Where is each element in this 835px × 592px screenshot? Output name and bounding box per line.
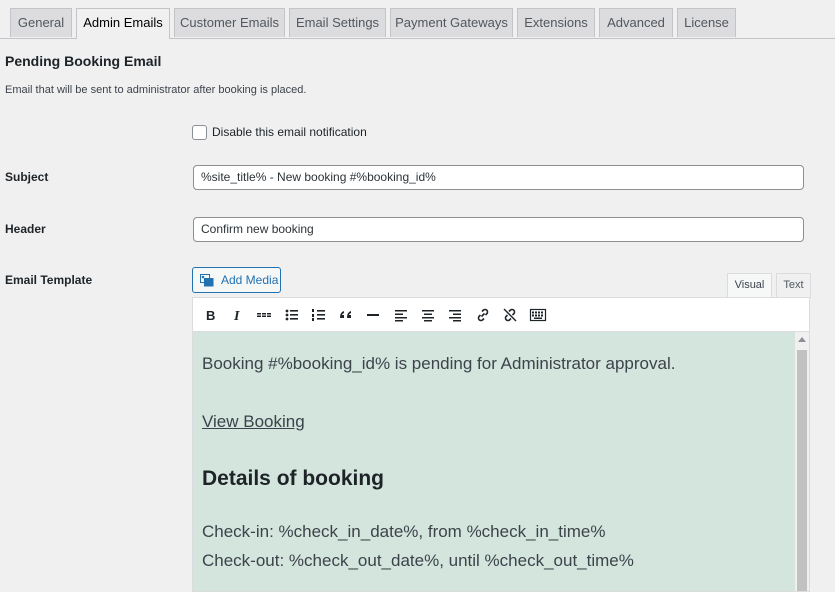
align-right-icon[interactable]: [446, 306, 464, 324]
view-booking-link[interactable]: View Booking: [202, 412, 305, 432]
header-input[interactable]: Confirm new booking: [193, 217, 804, 242]
tab-advanced[interactable]: Advanced: [599, 8, 673, 37]
horizontal-line-icon[interactable]: [364, 306, 382, 324]
add-media-button[interactable]: Add Media: [192, 267, 281, 293]
add-media-label: Add Media: [221, 273, 279, 287]
insert-link-icon[interactable]: [474, 306, 492, 324]
editor-line-pending: Booking #%booking_id% is pending for Adm…: [202, 354, 676, 373]
italic-icon[interactable]: I: [229, 306, 247, 324]
settings-tabs: General Admin Emails Customer Emails Ema…: [0, 0, 835, 39]
tab-admin-emails[interactable]: Admin Emails: [76, 8, 170, 39]
disable-notification-label[interactable]: Disable this email notification: [212, 125, 367, 139]
tab-text[interactable]: Text: [776, 273, 811, 298]
blockquote-icon[interactable]: [337, 306, 355, 324]
tab-customer-emails[interactable]: Customer Emails: [174, 8, 285, 37]
section-description: Email that will be sent to administrator…: [5, 84, 307, 96]
editor-toolbar: B I: [192, 297, 810, 332]
editor-line-checkin: Check-in: %check_in_date%, from %check_i…: [202, 522, 606, 541]
scroll-thumb[interactable]: [797, 350, 807, 591]
editor-line-checkout: Check-out: %check_out_date%, until %chec…: [202, 551, 634, 570]
numbered-list-icon[interactable]: [310, 306, 328, 324]
disable-notification-checkbox[interactable]: [192, 125, 207, 140]
media-icon: [200, 274, 214, 287]
section-title: Pending Booking Email: [5, 53, 162, 69]
svg-text:B: B: [206, 308, 215, 323]
email-template-editor[interactable]: Booking #%booking_id% is pending for Adm…: [192, 332, 810, 592]
email-template-label: Email Template: [5, 273, 93, 287]
bold-icon[interactable]: B: [202, 306, 220, 324]
subject-input[interactable]: %site_title% - New booking #%booking_id%: [193, 165, 804, 190]
strikethrough-icon[interactable]: [255, 306, 273, 324]
subject-label: Subject: [5, 170, 49, 184]
tab-email-settings[interactable]: Email Settings: [289, 8, 386, 37]
scroll-up-arrow-icon[interactable]: [798, 337, 806, 342]
tab-license[interactable]: License: [677, 8, 736, 37]
header-label: Header: [5, 222, 46, 236]
remove-link-icon[interactable]: [501, 306, 519, 324]
details-heading: Details of booking: [202, 467, 385, 490]
align-center-icon[interactable]: [419, 306, 437, 324]
tab-general[interactable]: General: [10, 8, 72, 37]
toolbar-toggle-icon[interactable]: [529, 306, 547, 324]
editor-scrollbar[interactable]: [795, 332, 809, 591]
align-left-icon[interactable]: [392, 306, 410, 324]
tab-visual[interactable]: Visual: [727, 273, 772, 298]
tab-payment-gateways[interactable]: Payment Gateways: [390, 8, 513, 37]
bullet-list-icon[interactable]: [283, 306, 301, 324]
svg-text:I: I: [233, 309, 240, 324]
tab-extensions[interactable]: Extensions: [517, 8, 595, 37]
